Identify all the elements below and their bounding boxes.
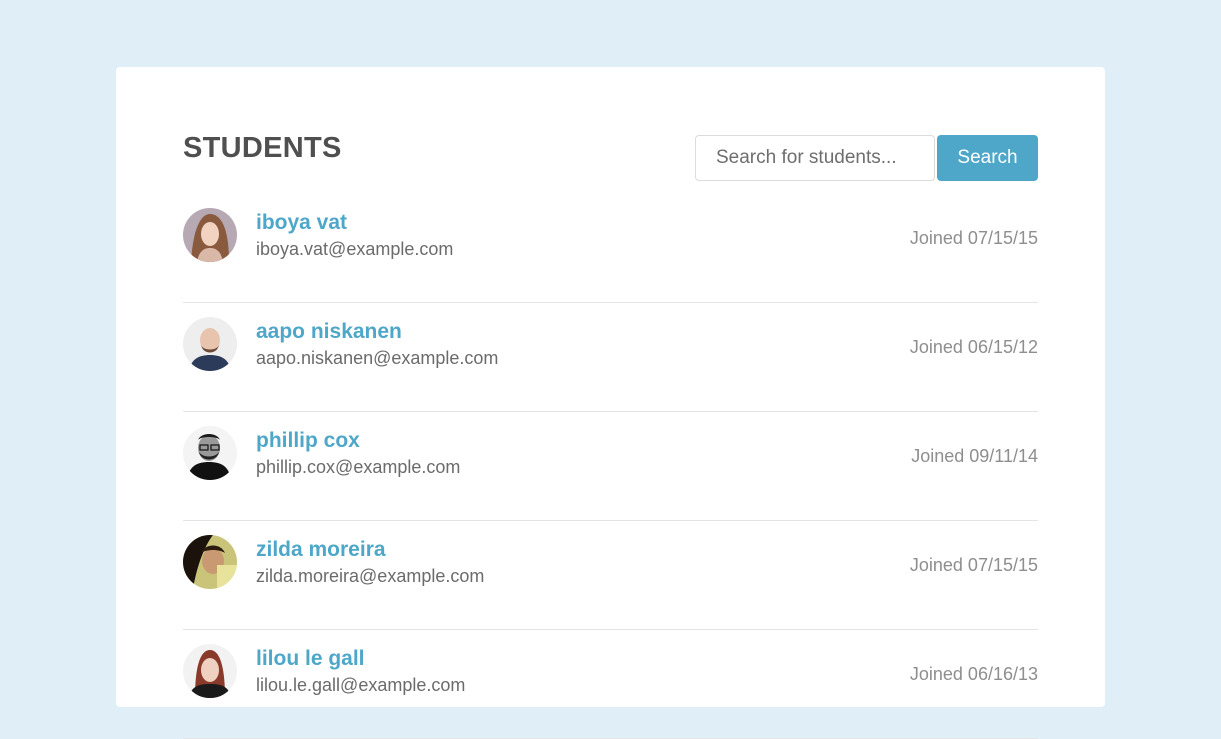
student-joined-date: Joined 09/11/14 (911, 446, 1038, 466)
student-list: iboya vat iboya.vat@example.com Joined 0… (183, 194, 1038, 739)
student-email: zilda.moreira@example.com (256, 566, 485, 586)
student-row: zilda moreira zilda.moreira@example.com … (183, 521, 1038, 630)
avatar (183, 426, 237, 480)
student-name-link[interactable]: zilda moreira (256, 537, 386, 563)
student-email: lilou.le.gall@example.com (256, 675, 466, 695)
student-name-link[interactable]: iboya vat (256, 210, 347, 236)
student-row: lilou le gall lilou.le.gall@example.com … (183, 630, 1038, 739)
students-card: STUDENTS Search iboya vat iboya.vat@exam… (116, 67, 1105, 739)
student-name-link[interactable]: phillip cox (256, 428, 360, 454)
student-row: phillip cox phillip.cox@example.com Join… (183, 412, 1038, 521)
student-joined-date: Joined 07/15/15 (909, 228, 1038, 248)
student-name-link[interactable]: aapo niskanen (256, 319, 402, 345)
student-joined-date: Joined 06/16/13 (909, 664, 1038, 684)
student-name-link[interactable]: lilou le gall (256, 646, 365, 672)
student-joined-date: Joined 07/15/15 (909, 555, 1038, 575)
avatar (183, 535, 237, 589)
student-email: phillip.cox@example.com (256, 457, 461, 477)
student-email: aapo.niskanen@example.com (256, 348, 499, 368)
search-bar: Search (695, 135, 1038, 181)
search-button[interactable]: Search (937, 135, 1038, 181)
student-joined-date: Joined 06/15/12 (909, 337, 1038, 357)
avatar (183, 317, 237, 371)
avatar (183, 644, 237, 698)
student-email: iboya.vat@example.com (256, 239, 454, 259)
avatar (183, 208, 237, 262)
page-title: STUDENTS (183, 132, 342, 164)
student-row: iboya vat iboya.vat@example.com Joined 0… (183, 194, 1038, 303)
search-input[interactable] (695, 135, 935, 181)
student-row: aapo niskanen aapo.niskanen@example.com … (183, 303, 1038, 412)
